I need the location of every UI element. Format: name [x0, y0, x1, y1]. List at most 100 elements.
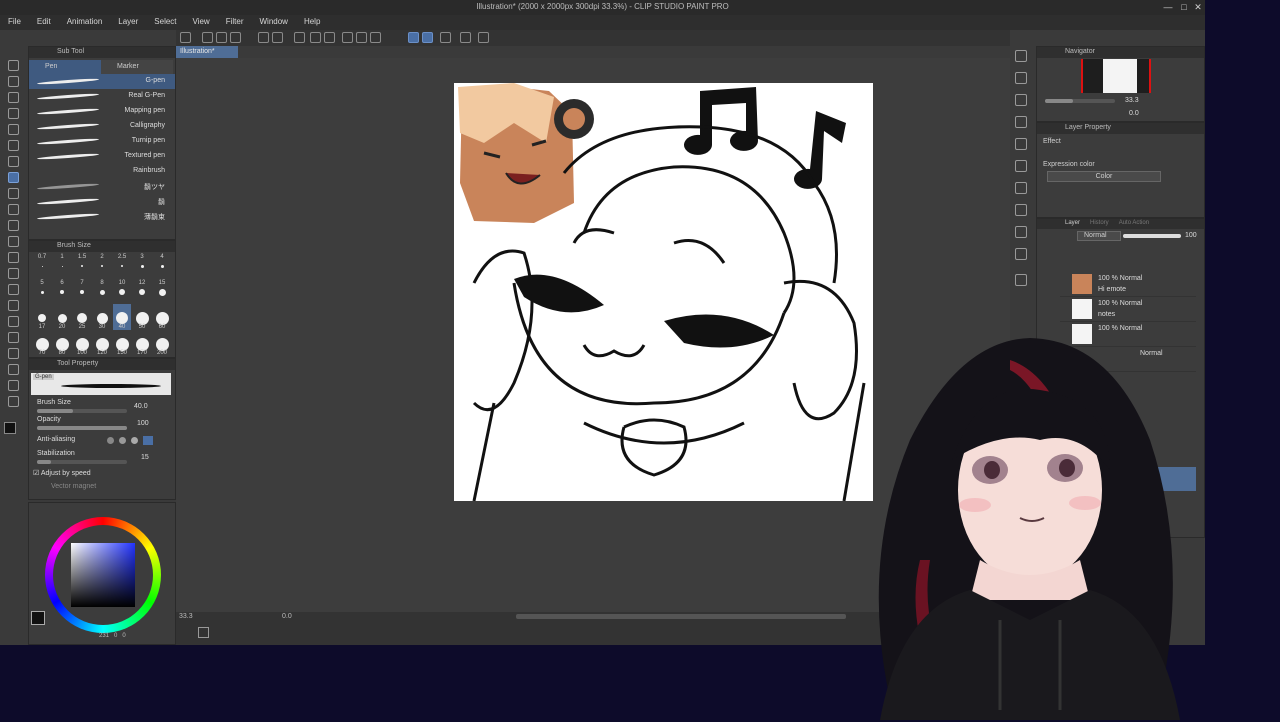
navigator-angle[interactable]: 0.0	[1129, 110, 1139, 117]
layer-row-hi-emote[interactable]: 100 % Normal Hi emote	[1060, 272, 1196, 297]
brush-size-option[interactable]: 1.5	[73, 252, 91, 278]
canvas-tab[interactable]: Illustration*	[176, 46, 238, 58]
undo-icon[interactable]	[258, 32, 269, 43]
pencil-tool-icon[interactable]	[8, 188, 19, 199]
frame-tool-icon[interactable]	[8, 332, 19, 343]
panel-icon-1[interactable]	[1015, 72, 1027, 84]
menu-layer[interactable]: Layer	[110, 15, 146, 30]
angle-readout[interactable]: 0.0	[282, 613, 292, 620]
settings-icon[interactable]	[460, 32, 471, 43]
menu-filter[interactable]: Filter	[218, 15, 252, 30]
panel-icon-10[interactable]	[1015, 274, 1027, 286]
brush-size-option[interactable]: 15	[153, 278, 171, 304]
navigator-zoom[interactable]: 33.3	[1125, 97, 1139, 104]
close-button[interactable]: ✕	[1192, 1, 1204, 13]
brush-size-option[interactable]: 3	[133, 252, 151, 278]
blend-tool-icon[interactable]	[8, 268, 19, 279]
main-color-swatch[interactable]	[4, 422, 16, 434]
brush-size-option[interactable]: 2.5	[113, 252, 131, 278]
correct-line-tool-icon[interactable]	[8, 396, 19, 407]
blend-mode-select[interactable]: Normal	[1077, 231, 1121, 241]
brush-turnip-pen[interactable]: Turnip pen	[29, 134, 175, 149]
toggle-panel-icon[interactable]	[198, 627, 209, 638]
menu-view[interactable]: View	[185, 15, 218, 30]
stabilization-value[interactable]: 15	[141, 454, 149, 461]
brush-size-option[interactable]: 10	[113, 278, 131, 304]
brush-tool-icon[interactable]	[8, 204, 19, 215]
brush-size-option[interactable]: 80	[53, 330, 71, 356]
saturation-value-square[interactable]	[71, 543, 135, 607]
eyedropper-tool-icon[interactable]	[8, 156, 19, 167]
move-tool-icon[interactable]	[8, 76, 19, 87]
brush-textured-pen[interactable]: Textured pen	[29, 149, 175, 164]
navigator-preview[interactable]	[1081, 59, 1151, 93]
color-wheel[interactable]	[45, 517, 161, 633]
brush-size-option[interactable]: 7	[73, 278, 91, 304]
brush-size-option[interactable]: 2	[93, 252, 111, 278]
auto-select-tool-icon[interactable]	[8, 140, 19, 151]
panel-icon-7[interactable]	[1015, 204, 1027, 216]
tab-auto-action[interactable]: Auto Action	[1119, 220, 1149, 229]
layer-row-notes[interactable]: 100 % Normal notes	[1060, 297, 1196, 322]
menu-file[interactable]: File	[0, 15, 29, 30]
brush-size-option[interactable]: 25	[73, 304, 91, 330]
brush-size-option[interactable]: 30	[93, 304, 111, 330]
help-icon[interactable]	[478, 32, 489, 43]
brush-calligraphy[interactable]: Calligraphy	[29, 119, 175, 134]
redo-icon[interactable]	[272, 32, 283, 43]
export-icon[interactable]	[230, 32, 241, 43]
snap-special-ruler-icon[interactable]	[422, 32, 433, 43]
opacity-slider[interactable]	[37, 426, 127, 430]
transform-icon[interactable]	[324, 32, 335, 43]
move-layer-tool-icon[interactable]	[8, 108, 19, 119]
menu-window[interactable]: Window	[252, 15, 296, 30]
text-tool-icon[interactable]	[8, 364, 19, 375]
brush-size-option[interactable]: 200	[153, 330, 171, 356]
layer-opacity-value[interactable]: 100	[1185, 232, 1197, 239]
zoom-tool-icon[interactable]	[8, 60, 19, 71]
opacity-value[interactable]: 100	[137, 420, 149, 427]
brush-size-option[interactable]: 120	[93, 330, 111, 356]
open-icon[interactable]	[202, 32, 213, 43]
pen-tool-icon[interactable]	[8, 172, 19, 183]
fill-icon[interactable]	[310, 32, 321, 43]
snap-ruler-icon[interactable]	[408, 32, 419, 43]
brush-size-option[interactable]: 170	[133, 330, 151, 356]
invert-selection-icon[interactable]	[356, 32, 367, 43]
brush-rainbrush[interactable]: Rainbrush	[29, 164, 175, 179]
brush-size-option[interactable]: 50	[133, 304, 151, 330]
search-icon[interactable]	[1015, 50, 1027, 62]
panel-icon-4[interactable]	[1015, 138, 1027, 150]
decoration-tool-icon[interactable]	[8, 236, 19, 247]
stabilization-slider[interactable]	[37, 460, 127, 464]
new-canvas-icon[interactable]	[180, 32, 191, 43]
brush-size-option[interactable]: 8	[93, 278, 111, 304]
brush-size-value[interactable]: 40.0	[134, 403, 148, 410]
brush-thin-hair[interactable]: 薄鬍束	[29, 209, 175, 224]
tab-layer[interactable]: Layer	[1065, 220, 1080, 229]
brush-size-option[interactable]: 60	[153, 304, 171, 330]
ruler-tool-icon[interactable]	[8, 348, 19, 359]
zoom-readout[interactable]: 33.3	[179, 613, 193, 620]
selection-tool-icon[interactable]	[8, 124, 19, 135]
brush-size-option[interactable]: 100	[73, 330, 91, 356]
menu-select[interactable]: Select	[146, 15, 184, 30]
brush-real-g-pen[interactable]: Real G-Pen	[29, 89, 175, 104]
drawing-canvas[interactable]	[454, 83, 873, 502]
brush-size-option[interactable]: 1	[53, 252, 71, 278]
brush-size-option[interactable]: 40	[113, 304, 131, 330]
menu-animation[interactable]: Animation	[59, 15, 111, 30]
menu-help[interactable]: Help	[296, 15, 328, 30]
brush-hair[interactable]: 鬍	[29, 194, 175, 209]
fill-tool-icon[interactable]	[8, 284, 19, 295]
expression-color-select[interactable]: Color	[1047, 171, 1161, 182]
panel-icon-2[interactable]	[1015, 94, 1027, 106]
horizontal-scrollbar[interactable]	[516, 614, 846, 619]
brush-size-option[interactable]: 12	[133, 278, 151, 304]
airbrush-tool-icon[interactable]	[8, 220, 19, 231]
tab-pen[interactable]: Pen	[29, 60, 101, 74]
brush-size-option[interactable]: 0.7	[33, 252, 51, 278]
tab-marker[interactable]: Marker	[101, 60, 173, 74]
deselect-icon[interactable]	[342, 32, 353, 43]
brush-size-option[interactable]: 6	[53, 278, 71, 304]
